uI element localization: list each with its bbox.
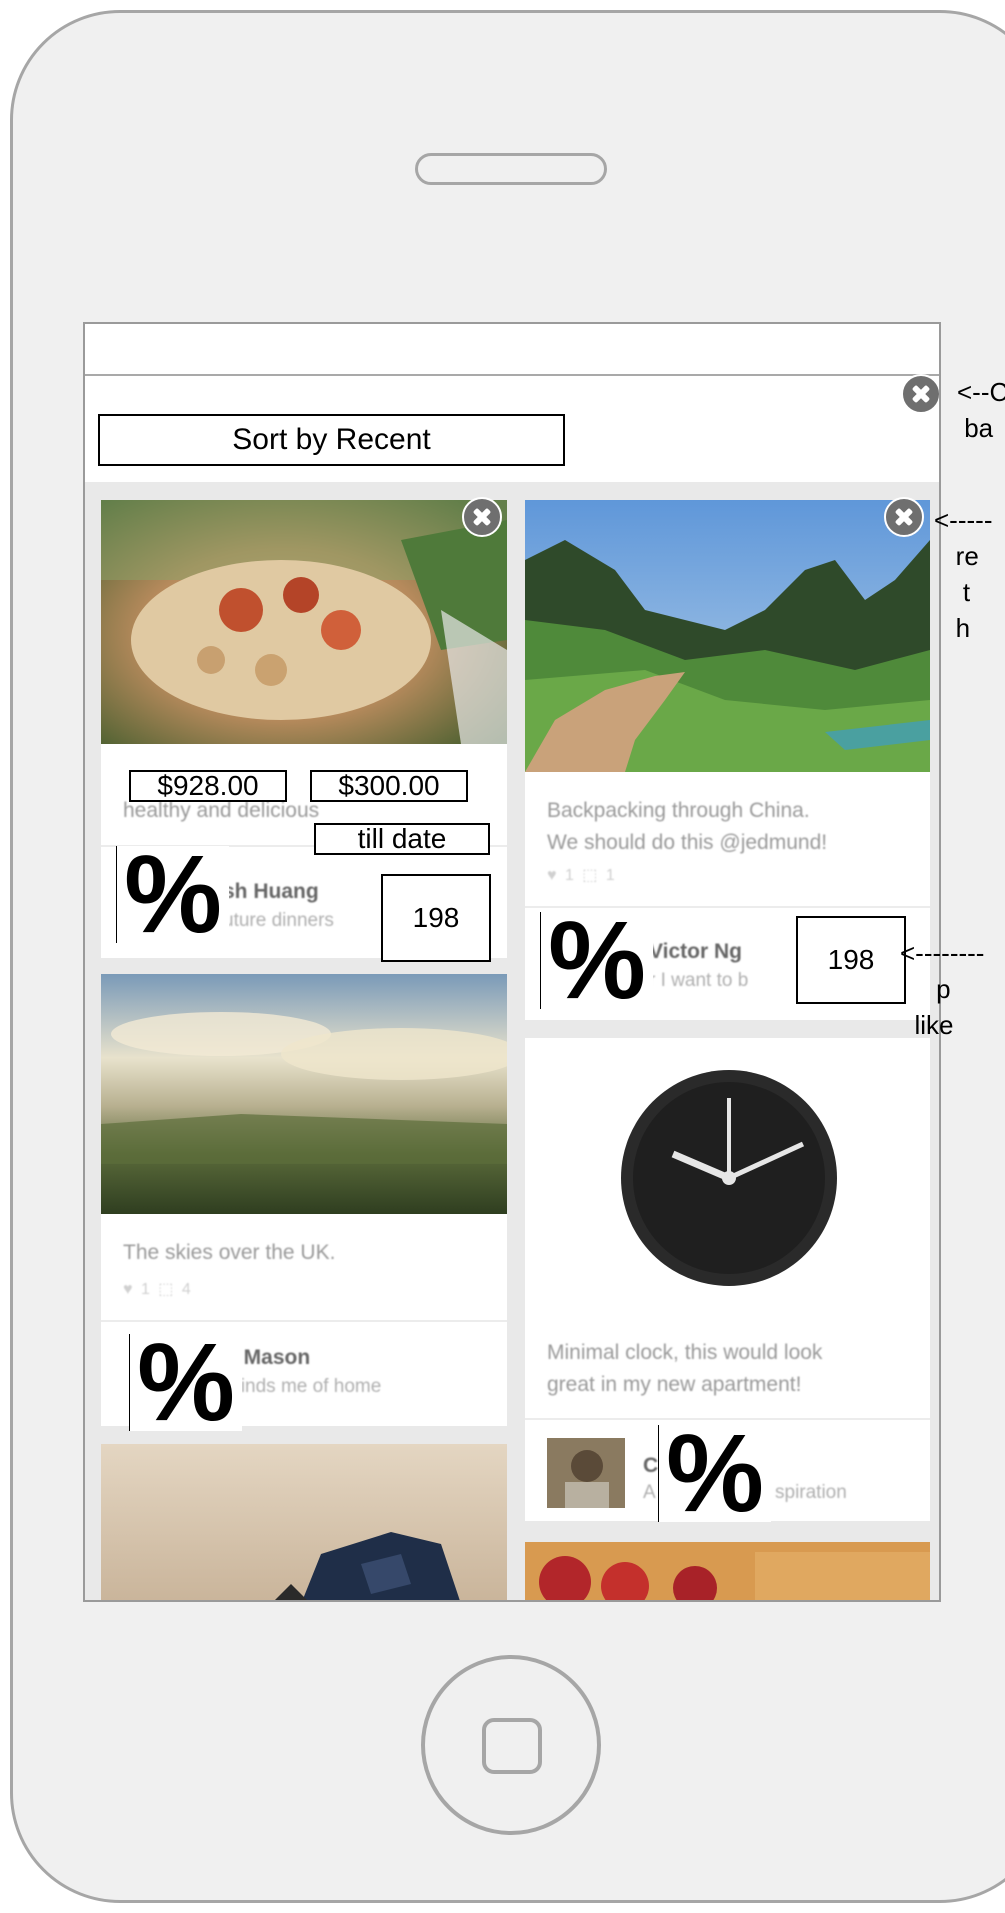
home-button-square-icon bbox=[482, 1718, 542, 1774]
clock-caption-line2: great in my new apartment! bbox=[547, 1373, 802, 1396]
skies-caption: The skies over the UK. bbox=[123, 1241, 336, 1264]
remove-food-card-icon[interactable] bbox=[462, 497, 502, 537]
skies-divider bbox=[101, 1320, 507, 1322]
china-stats: ♥ 1 ⬚ 1 bbox=[547, 867, 617, 884]
food-author-subtitle: uture dinners bbox=[223, 910, 334, 931]
clock-author-subtitle: A bbox=[643, 1482, 656, 1503]
skies-author-subtitle: minds me of home bbox=[225, 1376, 382, 1397]
china-divider bbox=[525, 906, 930, 908]
remove-china-card-icon[interactable] bbox=[884, 497, 924, 537]
sort-bar: Sort by Recent bbox=[85, 376, 939, 482]
china-author-subtitle: r I want to b bbox=[649, 970, 749, 991]
card-camera[interactable] bbox=[101, 1444, 507, 1600]
clock-author-avatar bbox=[547, 1438, 625, 1508]
price-box-1: $928.00 bbox=[129, 770, 287, 802]
card-fruit[interactable] bbox=[525, 1542, 930, 1600]
sort-by-recent-button[interactable]: Sort by Recent bbox=[98, 414, 565, 466]
food-photo bbox=[101, 500, 507, 744]
skies-photo bbox=[101, 974, 507, 1214]
likes-count-box: 198 bbox=[381, 874, 491, 962]
china-caption-line1: Backpacking through China. bbox=[547, 799, 810, 822]
percent-avatar-placeholder: % bbox=[658, 1425, 771, 1522]
app-screen: Sort by Recent healthy and delicious sh … bbox=[83, 322, 941, 1602]
china-author-name: Victor Ng bbox=[649, 940, 742, 963]
clock-divider bbox=[525, 1418, 930, 1420]
percent-avatar-placeholder: % bbox=[540, 912, 653, 1009]
skies-stats: ♥ 1 ⬚ 4 bbox=[123, 1281, 193, 1298]
likes-count-box: 198 bbox=[796, 916, 906, 1004]
china-caption-line2: We should do this @jedmund! bbox=[547, 831, 828, 854]
annotation-likes-box: <-------- p like bbox=[900, 938, 985, 1040]
clock-caption-line1: Minimal clock, this would look bbox=[547, 1341, 823, 1364]
percent-avatar-placeholder: % bbox=[129, 1334, 242, 1431]
price-box-2: $300.00 bbox=[310, 770, 468, 802]
annotation-close-bar: <--C ba bbox=[957, 377, 1005, 443]
food-author-name: sh Huang bbox=[223, 880, 319, 903]
clock-photo bbox=[525, 1038, 930, 1308]
close-bar-icon[interactable] bbox=[901, 374, 939, 414]
china-landscape-photo bbox=[525, 500, 930, 772]
clock-author-initial: C bbox=[643, 1454, 659, 1477]
top-bar bbox=[85, 324, 939, 376]
speaker-slot bbox=[415, 153, 607, 185]
camera-photo bbox=[101, 1444, 507, 1600]
fruit-photo bbox=[525, 1542, 930, 1600]
clock-author-subtitle-tail: spiration bbox=[775, 1482, 847, 1503]
percent-avatar-placeholder: % bbox=[116, 846, 229, 943]
period-box: till date bbox=[314, 823, 490, 855]
annotation-remove-card: <----- re t h bbox=[934, 505, 993, 643]
